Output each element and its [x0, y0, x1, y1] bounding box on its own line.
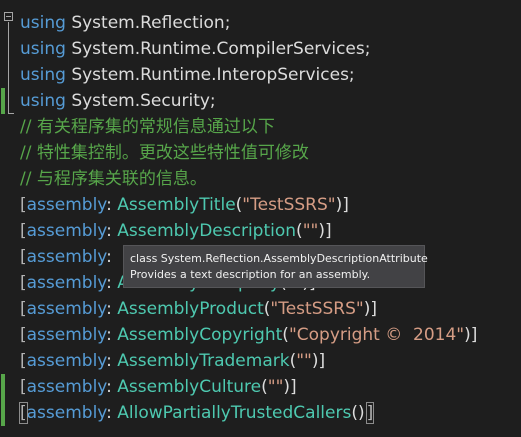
code-token: System.Reflection; [65, 13, 231, 33]
code-token: [ [20, 247, 27, 267]
code-line[interactable]: using System.Reflection; [20, 10, 230, 36]
code-token: [ [20, 195, 27, 215]
code-token: : [106, 403, 118, 423]
code-token: ] [365, 402, 375, 424]
code-token: assembly [26, 273, 107, 293]
code-token: ( [296, 221, 303, 241]
code-token: [ [20, 273, 27, 293]
code-token: [ [19, 402, 28, 424]
code-token: AssemblyCulture [117, 377, 262, 397]
code-line[interactable]: // 特性集控制。更改这些特性值可修改 [20, 140, 309, 166]
outline-fold-end [8, 113, 14, 114]
code-token: : [106, 221, 118, 241]
code-token: ( [261, 377, 268, 397]
code-line[interactable]: using System.Runtime.CompilerServices; [20, 36, 370, 62]
code-token: AssemblyProduct [117, 299, 264, 319]
code-token: : [106, 299, 118, 319]
code-token: assembly [26, 377, 107, 397]
code-token: [ [20, 299, 27, 319]
code-token: )] [363, 299, 377, 319]
code-token: assembly [26, 403, 107, 423]
code-token: assembly [26, 351, 107, 371]
code-token: : [106, 377, 118, 397]
code-token: )] [335, 195, 349, 215]
code-token: "" [296, 351, 312, 371]
code-editor[interactable]: using System.Reflection; using System.Run… [0, 0, 521, 437]
code-line[interactable]: [assembly: AllowPartiallyTrustedCallers(… [19, 400, 375, 426]
code-token: AssemblyTrademark [117, 351, 290, 371]
code-token: System.Runtime.CompilerServices; [65, 39, 371, 59]
code-token: [ [20, 221, 27, 241]
code-line[interactable]: [assembly: AssemblyCulture("")] [20, 374, 297, 400]
code-token: : [106, 273, 118, 293]
code-line[interactable]: [assembly: AssemblyTitle("TestSSRS")] [20, 192, 349, 218]
code-line[interactable]: [assembly: AssemblyTrademark("")] [20, 348, 325, 374]
code-line[interactable]: [assembly: AssemblyDescription("")] [20, 218, 332, 244]
code-token: assembly [26, 221, 107, 241]
code-token: "" [302, 221, 319, 241]
code-token: AssemblyDescription [117, 221, 297, 241]
code-token: : [106, 247, 118, 267]
outline-fold-line [8, 22, 9, 114]
code-token: // 有关程序集的常规信息通过以下 [20, 117, 275, 137]
collapse-minus-icon[interactable] [4, 12, 13, 21]
code-token: "TestSSRS" [270, 299, 364, 319]
editor-margin [0, 0, 16, 437]
code-token: : [106, 325, 118, 345]
code-line[interactable]: using System.Runtime.InteropServices; [20, 62, 355, 88]
code-token: using [20, 65, 66, 85]
code-token: "" [267, 377, 284, 397]
code-token: : [106, 351, 118, 371]
code-token: [ [20, 325, 27, 345]
code-line[interactable]: // 与程序集关联的信息。 [20, 166, 207, 192]
code-token: AllowPartiallyTrustedCallers [117, 403, 352, 423]
tooltip-description: Provides a text description for an assem… [130, 268, 371, 281]
code-line[interactable]: using System.Security; [20, 88, 216, 114]
code-token: "Copyright © 2014" [288, 325, 465, 345]
code-token: () [351, 403, 365, 423]
code-token: using [20, 91, 66, 111]
code-line[interactable]: [assembly: [20, 244, 117, 270]
code-token: // 特性集控制。更改这些特性值可修改 [20, 143, 309, 163]
code-token: System.Security; [65, 91, 216, 111]
code-token: AssemblyCopyright [117, 325, 283, 345]
code-token: assembly [26, 299, 107, 319]
code-token: )] [311, 351, 326, 371]
code-token: assembly [26, 325, 107, 345]
code-token: "TestSSRS" [242, 195, 336, 215]
tooltip-signature: class System.Reflection.AssemblyDescript… [130, 252, 428, 265]
code-line[interactable]: // 有关程序集的常规信息通过以下 [20, 114, 275, 140]
code-token: [ [20, 351, 27, 371]
change-indicator [1, 374, 5, 426]
code-token: : [106, 195, 118, 215]
code-token: )] [283, 377, 297, 397]
code-line[interactable]: [assembly: AssemblyProduct("TestSSRS")] [20, 296, 377, 322]
code-token: ( [282, 325, 289, 345]
code-token: assembly [26, 195, 107, 215]
code-line[interactable]: [assembly: AssemblyCopyright("Copyright … [20, 322, 477, 348]
code-token: assembly [26, 247, 107, 267]
code-token: AssemblyTitle [117, 195, 236, 215]
code-token: )] [464, 325, 478, 345]
change-indicator [1, 88, 5, 114]
code-token: // 与程序集关联的信息。 [20, 169, 207, 189]
code-token: using [20, 39, 66, 59]
code-token: System.Runtime.InteropServices; [65, 65, 355, 85]
quickinfo-tooltip: class System.Reflection.AssemblyDescript… [123, 245, 428, 288]
code-token: )] [318, 221, 332, 241]
code-token: using [20, 13, 66, 33]
code-token: [ [20, 377, 27, 397]
